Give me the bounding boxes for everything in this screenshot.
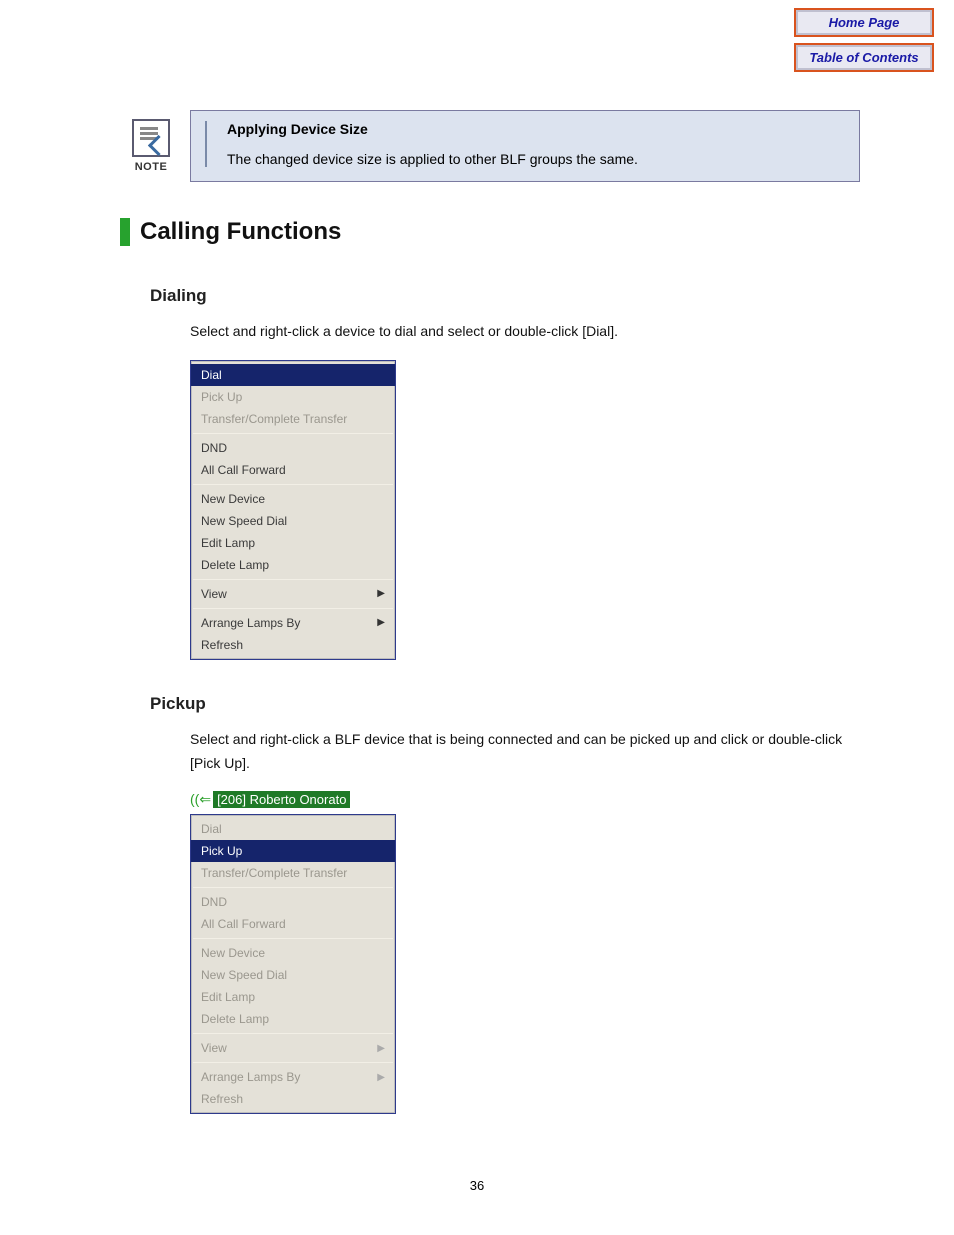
menu-label: Arrange Lamps By (201, 1070, 300, 1084)
note-label: NOTE (121, 161, 181, 173)
menu-item-pickup: Pick Up (191, 386, 395, 408)
menu-item-transfer: Transfer/Complete Transfer (191, 862, 395, 884)
menu-label: Edit Lamp (201, 536, 255, 550)
menu-item-pickup[interactable]: Pick Up (191, 840, 395, 862)
menu-item-dial: Dial (191, 818, 395, 840)
submenu-arrow-icon: ▶ (377, 1072, 385, 1083)
menu-label: DND (201, 441, 227, 455)
submenu-arrow-icon: ▶ (377, 1043, 385, 1054)
toc-button[interactable]: Table of Contents (794, 43, 934, 72)
menu-item-new-speed-dial: New Speed Dial (191, 964, 395, 986)
menu-label: View (201, 1041, 227, 1055)
menu-item-allcf: All Call Forward (191, 913, 395, 935)
submenu-arrow-icon: ▶ (377, 617, 385, 628)
menu-label: New Speed Dial (201, 968, 287, 982)
menu-label: View (201, 587, 227, 601)
page-content: NOTE Applying Device Size The changed de… (120, 110, 860, 1114)
menu-label: Dial (201, 822, 222, 836)
menu-label: All Call Forward (201, 463, 286, 477)
menu-label: Dial (201, 368, 222, 382)
menu-item-delete-lamp: Delete Lamp (191, 1008, 395, 1030)
menu-label: New Speed Dial (201, 514, 287, 528)
sub-heading-pickup: Pickup (150, 694, 860, 714)
menu-label: Arrange Lamps By (201, 616, 300, 630)
menu-label: Refresh (201, 1092, 243, 1106)
menu-label: Transfer/Complete Transfer (201, 412, 347, 426)
menu-item-new-speed-dial[interactable]: New Speed Dial (191, 510, 395, 532)
menu-item-new-device: New Device (191, 942, 395, 964)
menu-label: Delete Lamp (201, 558, 269, 572)
note-title: Applying Device Size (227, 121, 845, 137)
menu-item-allcf[interactable]: All Call Forward (191, 459, 395, 481)
menu-label: Delete Lamp (201, 1012, 269, 1026)
note-body: Applying Device Size The changed device … (205, 121, 845, 167)
nav-buttons: Home Page Table of Contents (794, 8, 934, 78)
blf-device-label[interactable]: [206] Roberto Onorato (213, 791, 350, 808)
menu-item-transfer: Transfer/Complete Transfer (191, 408, 395, 430)
note-icon-wrap: NOTE (121, 119, 181, 173)
blf-device-line: ((⇐ [206] Roberto Onorato (190, 791, 860, 808)
menu-label: Edit Lamp (201, 990, 255, 1004)
home-page-button[interactable]: Home Page (794, 8, 934, 37)
menu-item-edit-lamp: Edit Lamp (191, 986, 395, 1008)
page-number: 36 (0, 1178, 954, 1193)
note-text: The changed device size is applied to ot… (227, 151, 845, 167)
menu-item-view: View ▶ (191, 1037, 395, 1059)
context-menu-dialing: Dial Pick Up Transfer/Complete Transfer … (190, 360, 396, 660)
menu-label: All Call Forward (201, 917, 286, 931)
menu-item-new-device[interactable]: New Device (191, 488, 395, 510)
menu-item-view[interactable]: View ▶ (191, 583, 395, 605)
menu-item-arrange: Arrange Lamps By ▶ (191, 1066, 395, 1088)
menu-item-arrange[interactable]: Arrange Lamps By ▶ (191, 612, 395, 634)
dialing-body: Select and right-click a device to dial … (190, 320, 860, 344)
menu-item-edit-lamp[interactable]: Edit Lamp (191, 532, 395, 554)
submenu-arrow-icon: ▶ (377, 588, 385, 599)
section-heading-calling-functions: Calling Functions (120, 218, 860, 246)
menu-item-dial[interactable]: Dial (191, 364, 395, 386)
pickup-body: Select and right-click a BLF device that… (190, 728, 860, 776)
note-icon (132, 119, 170, 157)
menu-item-dnd[interactable]: DND (191, 437, 395, 459)
menu-label: DND (201, 895, 227, 909)
menu-item-delete-lamp[interactable]: Delete Lamp (191, 554, 395, 576)
menu-item-dnd: DND (191, 891, 395, 913)
phone-incoming-icon: ((⇐ (190, 791, 211, 808)
context-menu-pickup: Dial Pick Up Transfer/Complete Transfer … (190, 814, 396, 1114)
menu-label: Refresh (201, 638, 243, 652)
menu-item-refresh: Refresh (191, 1088, 395, 1110)
menu-label: New Device (201, 492, 265, 506)
menu-label: Pick Up (201, 390, 242, 404)
menu-label: Transfer/Complete Transfer (201, 866, 347, 880)
note-box: NOTE Applying Device Size The changed de… (190, 110, 860, 182)
menu-label: Pick Up (201, 844, 242, 858)
menu-item-refresh[interactable]: Refresh (191, 634, 395, 656)
sub-heading-dialing: Dialing (150, 286, 860, 306)
menu-label: New Device (201, 946, 265, 960)
